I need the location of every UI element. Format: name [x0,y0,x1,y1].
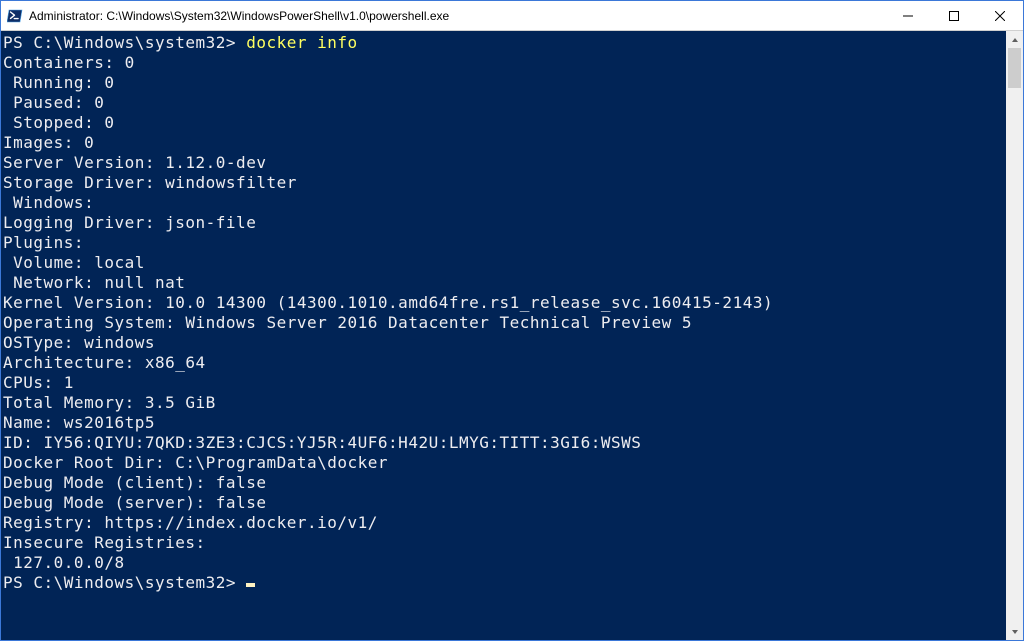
cursor [246,583,255,587]
prompt-2: PS C:\Windows\system32> [3,573,246,592]
window-controls [885,1,1023,30]
powershell-icon [7,8,23,24]
maximize-button[interactable] [931,1,977,30]
docker-info-output: Containers: 0 Running: 0 Paused: 0 Stopp… [3,53,773,572]
command-1: docker info [246,33,357,52]
prompt-1: PS C:\Windows\system32> [3,33,246,52]
window-title: Administrator: C:\Windows\System32\Windo… [29,9,449,23]
scroll-track[interactable] [1006,48,1023,623]
titlebar[interactable]: Administrator: C:\Windows\System32\Windo… [1,1,1023,31]
close-button[interactable] [977,1,1023,30]
terminal[interactable]: PS C:\Windows\system32> docker info Cont… [1,31,1006,640]
scroll-down-button[interactable] [1006,623,1023,640]
scroll-up-button[interactable] [1006,31,1023,48]
scroll-thumb[interactable] [1008,48,1021,88]
vertical-scrollbar[interactable] [1006,31,1023,640]
powershell-window: Administrator: C:\Windows\System32\Windo… [0,0,1024,641]
titlebar-left: Administrator: C:\Windows\System32\Windo… [1,8,885,24]
minimize-button[interactable] [885,1,931,30]
client-area: PS C:\Windows\system32> docker info Cont… [1,31,1023,640]
